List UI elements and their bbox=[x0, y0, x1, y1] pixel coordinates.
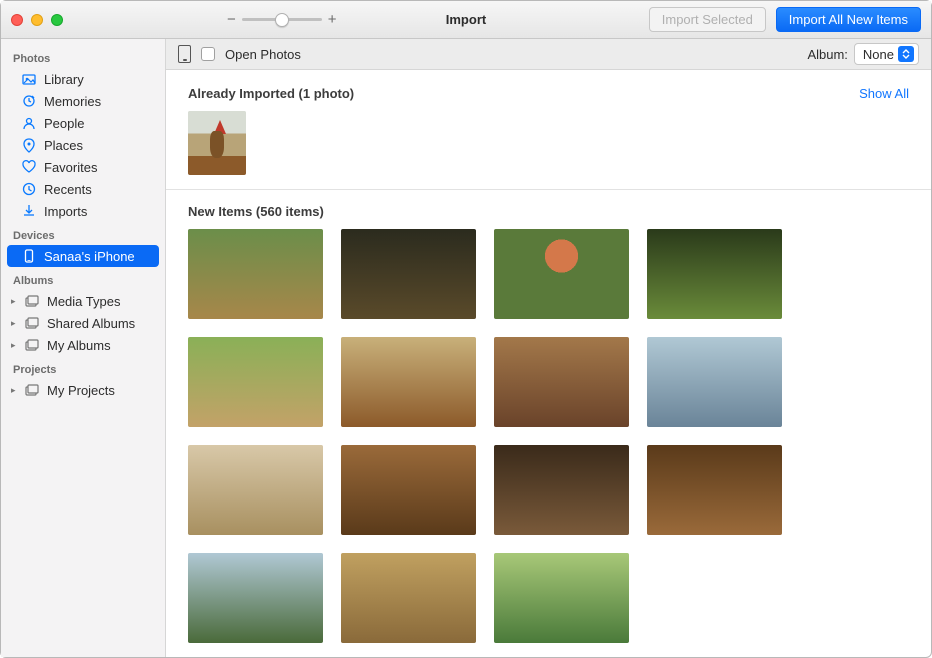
photo-thumbnail[interactable] bbox=[188, 445, 323, 535]
device-icon bbox=[178, 45, 191, 63]
sidebar-item-label: Favorites bbox=[44, 160, 97, 175]
already-imported-title: Already Imported (1 photo) bbox=[188, 86, 354, 101]
iphone-icon bbox=[21, 248, 37, 264]
disclosure-triangle-icon[interactable]: ▸ bbox=[11, 296, 19, 307]
sidebar-section-projects: Projects bbox=[1, 356, 165, 379]
sidebar-item-label: Library bbox=[44, 72, 84, 87]
sidebar-item-library[interactable]: Library bbox=[1, 68, 165, 90]
photo-thumbnail[interactable] bbox=[188, 111, 246, 175]
sidebar-item-label: Media Types bbox=[47, 294, 120, 309]
imports-icon bbox=[21, 203, 37, 219]
photo-thumbnail[interactable] bbox=[494, 337, 629, 427]
sidebar-item-label: Recents bbox=[44, 182, 92, 197]
album-label: Album: bbox=[807, 47, 847, 62]
import-main-pane: Open Photos Album: None Already Imported… bbox=[166, 39, 931, 657]
sidebar-item-places[interactable]: Places bbox=[1, 134, 165, 156]
sidebar-item-my-projects[interactable]: ▸ My Projects bbox=[1, 379, 165, 401]
sidebar-item-label: Imports bbox=[44, 204, 87, 219]
album-icon bbox=[24, 337, 40, 353]
photo-thumbnail[interactable] bbox=[494, 445, 629, 535]
sidebar-section-albums: Albums bbox=[1, 267, 165, 290]
favorites-icon bbox=[21, 159, 37, 175]
photo-thumbnail[interactable] bbox=[341, 553, 476, 643]
sidebar-section-photos: Photos bbox=[1, 45, 165, 68]
sidebar-item-favorites[interactable]: Favorites bbox=[1, 156, 165, 178]
import-selected-button: Import Selected bbox=[649, 7, 766, 32]
memories-icon bbox=[21, 93, 37, 109]
album-icon bbox=[24, 382, 40, 398]
zoom-out-icon: − bbox=[227, 11, 236, 28]
sidebar-item-label: Places bbox=[44, 138, 83, 153]
section-divider bbox=[166, 189, 931, 190]
zoom-track[interactable] bbox=[242, 18, 322, 21]
thumbnail-zoom-slider[interactable]: − + bbox=[227, 11, 337, 28]
photo-thumbnail[interactable] bbox=[647, 445, 782, 535]
sidebar-item-people[interactable]: People bbox=[1, 112, 165, 134]
zoom-in-icon: + bbox=[328, 11, 337, 28]
window-controls bbox=[11, 14, 63, 26]
already-imported-grid bbox=[188, 111, 909, 175]
sidebar-item-label: My Projects bbox=[47, 383, 115, 398]
photo-thumbnail[interactable] bbox=[188, 229, 323, 319]
sidebar-item-media-types[interactable]: ▸ Media Types bbox=[1, 290, 165, 312]
source-list-sidebar: Photos Library Memories People Places Fa… bbox=[1, 39, 166, 657]
sidebar-item-label: Sanaa's iPhone bbox=[44, 249, 135, 264]
people-icon bbox=[21, 115, 37, 131]
sidebar-item-device-iphone[interactable]: Sanaa's iPhone bbox=[7, 245, 159, 267]
zoom-thumb[interactable] bbox=[275, 13, 289, 27]
photo-thumbnail[interactable] bbox=[341, 445, 476, 535]
new-items-grid bbox=[188, 229, 909, 643]
library-icon bbox=[21, 71, 37, 87]
window-titlebar: − + Import Import Selected Import All Ne… bbox=[1, 1, 931, 39]
photo-thumbnail[interactable] bbox=[647, 337, 782, 427]
close-window-button[interactable] bbox=[11, 14, 23, 26]
photo-thumbnail[interactable] bbox=[494, 229, 629, 319]
sidebar-item-label: Memories bbox=[44, 94, 101, 109]
album-popup-button[interactable]: None bbox=[854, 43, 919, 65]
sidebar-item-label: People bbox=[44, 116, 84, 131]
album-selected-value: None bbox=[863, 47, 894, 62]
new-items-header: New Items (560 items) bbox=[188, 204, 909, 219]
already-imported-header: Already Imported (1 photo) Show All bbox=[188, 86, 909, 101]
minimize-window-button[interactable] bbox=[31, 14, 43, 26]
photo-thumbnail[interactable] bbox=[647, 229, 782, 319]
open-photos-checkbox[interactable] bbox=[201, 47, 215, 61]
sidebar-item-label: My Albums bbox=[47, 338, 111, 353]
sidebar-item-memories[interactable]: Memories bbox=[1, 90, 165, 112]
disclosure-triangle-icon[interactable]: ▸ bbox=[11, 340, 19, 351]
album-icon bbox=[24, 293, 40, 309]
sidebar-section-devices: Devices bbox=[1, 222, 165, 245]
sidebar-item-label: Shared Albums bbox=[47, 316, 135, 331]
fullscreen-window-button[interactable] bbox=[51, 14, 63, 26]
photo-thumbnail[interactable] bbox=[341, 337, 476, 427]
sidebar-item-my-albums[interactable]: ▸ My Albums bbox=[1, 334, 165, 356]
open-photos-label: Open Photos bbox=[225, 47, 301, 62]
new-items-title: New Items (560 items) bbox=[188, 204, 324, 219]
photo-thumbnail[interactable] bbox=[494, 553, 629, 643]
chevrons-icon bbox=[898, 46, 914, 62]
sidebar-item-recents[interactable]: Recents bbox=[1, 178, 165, 200]
recents-icon bbox=[21, 181, 37, 197]
import-scroll-area[interactable]: Already Imported (1 photo) Show All New … bbox=[166, 70, 931, 657]
photo-thumbnail[interactable] bbox=[188, 337, 323, 427]
photo-thumbnail[interactable] bbox=[188, 553, 323, 643]
import-options-bar: Open Photos Album: None bbox=[166, 39, 931, 70]
sidebar-item-imports[interactable]: Imports bbox=[1, 200, 165, 222]
disclosure-triangle-icon[interactable]: ▸ bbox=[11, 385, 19, 396]
show-all-link[interactable]: Show All bbox=[859, 86, 909, 101]
photo-thumbnail[interactable] bbox=[341, 229, 476, 319]
sidebar-item-shared-albums[interactable]: ▸ Shared Albums bbox=[1, 312, 165, 334]
album-icon bbox=[24, 315, 40, 331]
places-icon bbox=[21, 137, 37, 153]
import-all-button[interactable]: Import All New Items bbox=[776, 7, 921, 32]
disclosure-triangle-icon[interactable]: ▸ bbox=[11, 318, 19, 329]
